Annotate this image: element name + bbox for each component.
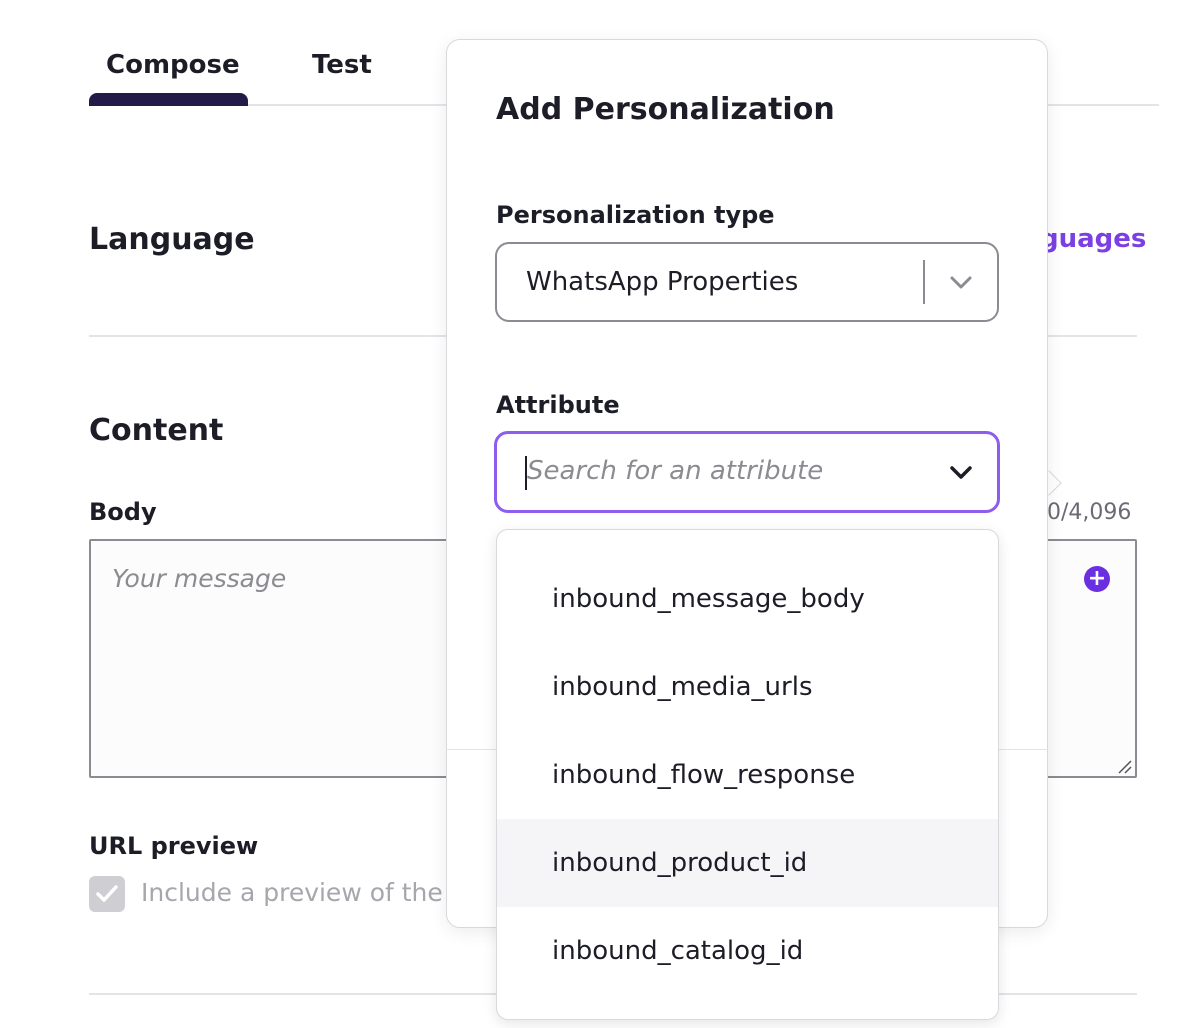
url-preview-checkbox[interactable] xyxy=(89,876,125,912)
attribute-label: Attribute xyxy=(496,391,620,419)
resize-handle-icon[interactable] xyxy=(1116,758,1132,774)
active-tab-indicator xyxy=(89,93,248,106)
tab-test[interactable]: Test xyxy=(312,50,372,80)
attribute-option[interactable]: inbound_catalog_id xyxy=(497,907,998,995)
attribute-search-placeholder: Search for an attribute xyxy=(527,456,824,486)
url-preview-label: URL preview xyxy=(89,832,259,860)
content-section-title: Content xyxy=(89,413,224,448)
personalization-type-value: WhatsApp Properties xyxy=(526,267,799,297)
body-placeholder: Your message xyxy=(112,564,287,593)
attribute-option[interactable]: inbound_flow_response xyxy=(497,731,998,819)
language-section-title: Language xyxy=(89,222,255,257)
page: Compose Test Language guages Content Bod… xyxy=(0,0,1184,1028)
attribute-dropdown-list: inbound_message_body inbound_media_urls … xyxy=(496,529,999,1020)
add-personalization-plus-icon[interactable]: + xyxy=(1084,566,1110,592)
body-label: Body xyxy=(89,498,157,526)
personalization-type-label: Personalization type xyxy=(496,201,775,229)
checkmark-icon xyxy=(96,885,118,902)
manage-languages-link[interactable]: guages xyxy=(1040,224,1146,254)
chevron-down-icon[interactable] xyxy=(947,274,975,292)
attribute-option[interactable]: inbound_message_body xyxy=(497,555,998,643)
select-separator xyxy=(923,260,925,304)
attribute-option[interactable]: inbound_media_urls xyxy=(497,643,998,731)
chevron-down-icon[interactable] xyxy=(947,464,975,482)
url-preview-checkbox-label: Include a preview of the U xyxy=(141,878,470,907)
character-count: 0/4,096 xyxy=(1047,500,1132,525)
tab-compose[interactable]: Compose xyxy=(106,50,240,80)
popover-title: Add Personalization xyxy=(496,92,835,127)
attribute-option-hovered[interactable]: inbound_product_id xyxy=(497,819,998,907)
